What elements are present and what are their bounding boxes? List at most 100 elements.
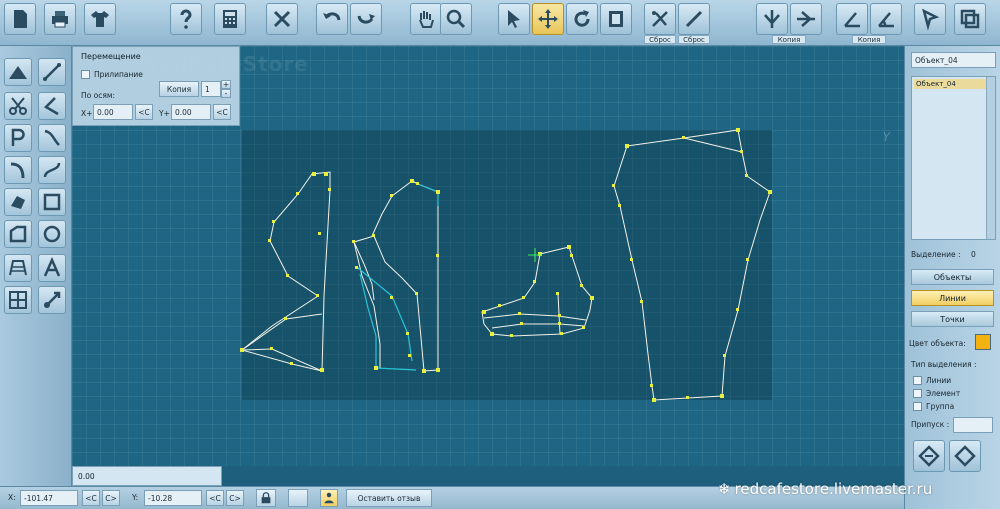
x-coord-field[interactable]: -101.47 <box>20 490 78 506</box>
shirt-icon[interactable] <box>84 3 116 35</box>
copy-button[interactable]: Копия <box>159 81 199 97</box>
snap-label: Прилипание <box>94 70 143 79</box>
reset-cut-icon[interactable] <box>644 3 676 35</box>
print-icon[interactable] <box>44 3 76 35</box>
grid-icon[interactable] <box>4 286 32 314</box>
copy-mirror-vertical-icon[interactable] <box>756 3 788 35</box>
status-value: 0.00 <box>72 466 222 486</box>
selection-label: Выделение : <box>911 250 961 259</box>
top-toolbar: Сброс Сброс Копия Копия <box>0 0 1000 46</box>
objects-button[interactable]: Объекты <box>911 269 994 285</box>
copy-count-down[interactable]: - <box>221 89 231 98</box>
arc-icon[interactable] <box>4 156 32 184</box>
selection-count: 0 <box>971 250 976 259</box>
y-c-next-button[interactable]: C> <box>226 490 244 506</box>
object-list[interactable]: Объект_04 <box>911 76 996 240</box>
fan-icon[interactable] <box>4 254 32 282</box>
mirror-icon[interactable] <box>600 3 632 35</box>
selection-type-checkbox-group[interactable] <box>913 402 922 411</box>
zoom-icon[interactable] <box>440 3 472 35</box>
circle-icon[interactable] <box>38 220 66 248</box>
move-panel: Перемещение Прилипание По осям: Копия 1 … <box>72 46 240 126</box>
feedback-button[interactable]: Оставить отзыв <box>346 489 432 507</box>
working-area <box>242 130 772 400</box>
help-icon[interactable] <box>170 3 202 35</box>
y-coord-label: Y: <box>132 493 139 502</box>
list-item[interactable]: Объект_04 <box>914 79 986 89</box>
selection-type-group: Группа <box>926 402 955 411</box>
copy-mirror-horizontal-icon[interactable] <box>790 3 822 35</box>
right-panel: Объект_04 Объект_04 Выделение : 0 Объект… <box>904 46 1000 509</box>
y-offset-label: Y+ <box>159 109 170 118</box>
copy-label: Копия <box>772 35 806 44</box>
blank-toggle-button[interactable] <box>288 489 308 507</box>
copy-count-up[interactable]: + <box>221 80 231 89</box>
shape-select-icon[interactable] <box>914 3 946 35</box>
corner-icon[interactable] <box>38 92 66 120</box>
x-offset-label: X+ <box>81 109 93 118</box>
axes-label: По осям: <box>81 91 116 100</box>
y-offset-field[interactable]: 0.00 <box>171 104 211 120</box>
s-curve-icon[interactable] <box>38 156 66 184</box>
new-file-icon[interactable] <box>4 3 36 35</box>
measure-icon[interactable] <box>38 286 66 314</box>
person-icon[interactable] <box>320 489 338 507</box>
copy-label: Копия <box>852 35 886 44</box>
rotate-icon[interactable] <box>566 3 598 35</box>
tolerance-label: Припуск : <box>911 420 950 429</box>
triangle-icon[interactable] <box>4 58 32 86</box>
app-window: Сброс Сброс Копия Копия RedCafeStore Y <box>0 0 1000 509</box>
lock-icon[interactable] <box>256 489 276 507</box>
snap-checkbox[interactable] <box>81 70 90 79</box>
curve-icon[interactable] <box>38 124 66 152</box>
object-list-scrollbar[interactable] <box>986 77 995 239</box>
x-c-next-button[interactable]: C> <box>102 490 120 506</box>
x-c-prev-button[interactable]: <C <box>82 490 100 506</box>
reset-label: Сброс <box>644 35 676 44</box>
shape-icon[interactable] <box>4 188 32 216</box>
x-coord-label: X: <box>8 493 16 502</box>
scissors-icon[interactable] <box>4 92 32 120</box>
polygon-icon[interactable] <box>4 220 32 248</box>
diamond-outline-icon[interactable] <box>949 440 981 472</box>
y-c-prev-button[interactable]: <C <box>206 490 224 506</box>
snowflake-icon: ❄ <box>718 480 731 498</box>
object-name-field[interactable]: Объект_04 <box>911 52 996 68</box>
reset-line-icon[interactable] <box>678 3 710 35</box>
selection-type-label: Тип выделения : <box>911 360 977 369</box>
copy-count-field[interactable]: 1 <box>201 81 221 97</box>
move-panel-title: Перемещение <box>81 52 141 61</box>
arc-angle-icon[interactable] <box>870 3 902 35</box>
diamond-tool-icon[interactable] <box>913 440 945 472</box>
redo-icon[interactable] <box>350 3 382 35</box>
points-button[interactable]: Точки <box>911 311 994 327</box>
y-coord-field[interactable]: -10.28 <box>144 490 202 506</box>
object-color-swatch[interactable] <box>975 334 991 350</box>
selection-type-element: Элемент <box>926 389 961 398</box>
layers-icon[interactable] <box>954 3 986 35</box>
pointer-icon[interactable] <box>498 3 530 35</box>
letter-p-icon[interactable] <box>4 124 32 152</box>
selection-type-checkbox-element[interactable] <box>913 389 922 398</box>
calculator-icon[interactable] <box>214 3 246 35</box>
lines-button[interactable]: Линии <box>911 290 994 306</box>
hand-icon[interactable] <box>410 3 442 35</box>
watermark: ❄ redcafestore.livemaster.ru <box>718 480 932 498</box>
line-icon[interactable] <box>38 58 66 86</box>
x-offset-field[interactable]: 0.00 <box>93 104 133 120</box>
move-icon[interactable] <box>532 3 564 35</box>
angle-icon[interactable] <box>836 3 868 35</box>
rectangle-icon[interactable] <box>38 188 66 216</box>
watermark-text: redcafestore.livemaster.ru <box>734 480 933 498</box>
close-x-icon[interactable] <box>266 3 298 35</box>
left-toolbar <box>0 46 72 509</box>
y-c-button[interactable]: <C <box>213 104 231 120</box>
selection-type-lines: Линии <box>926 376 952 385</box>
tolerance-field[interactable] <box>953 417 993 433</box>
letter-a-icon[interactable] <box>38 254 66 282</box>
undo-icon[interactable] <box>316 3 348 35</box>
reset-label: Сброс <box>678 35 710 44</box>
x-c-button[interactable]: <C <box>135 104 153 120</box>
selection-type-checkbox-lines[interactable] <box>913 376 922 385</box>
object-color-label: Цвет объекта: <box>909 339 966 348</box>
